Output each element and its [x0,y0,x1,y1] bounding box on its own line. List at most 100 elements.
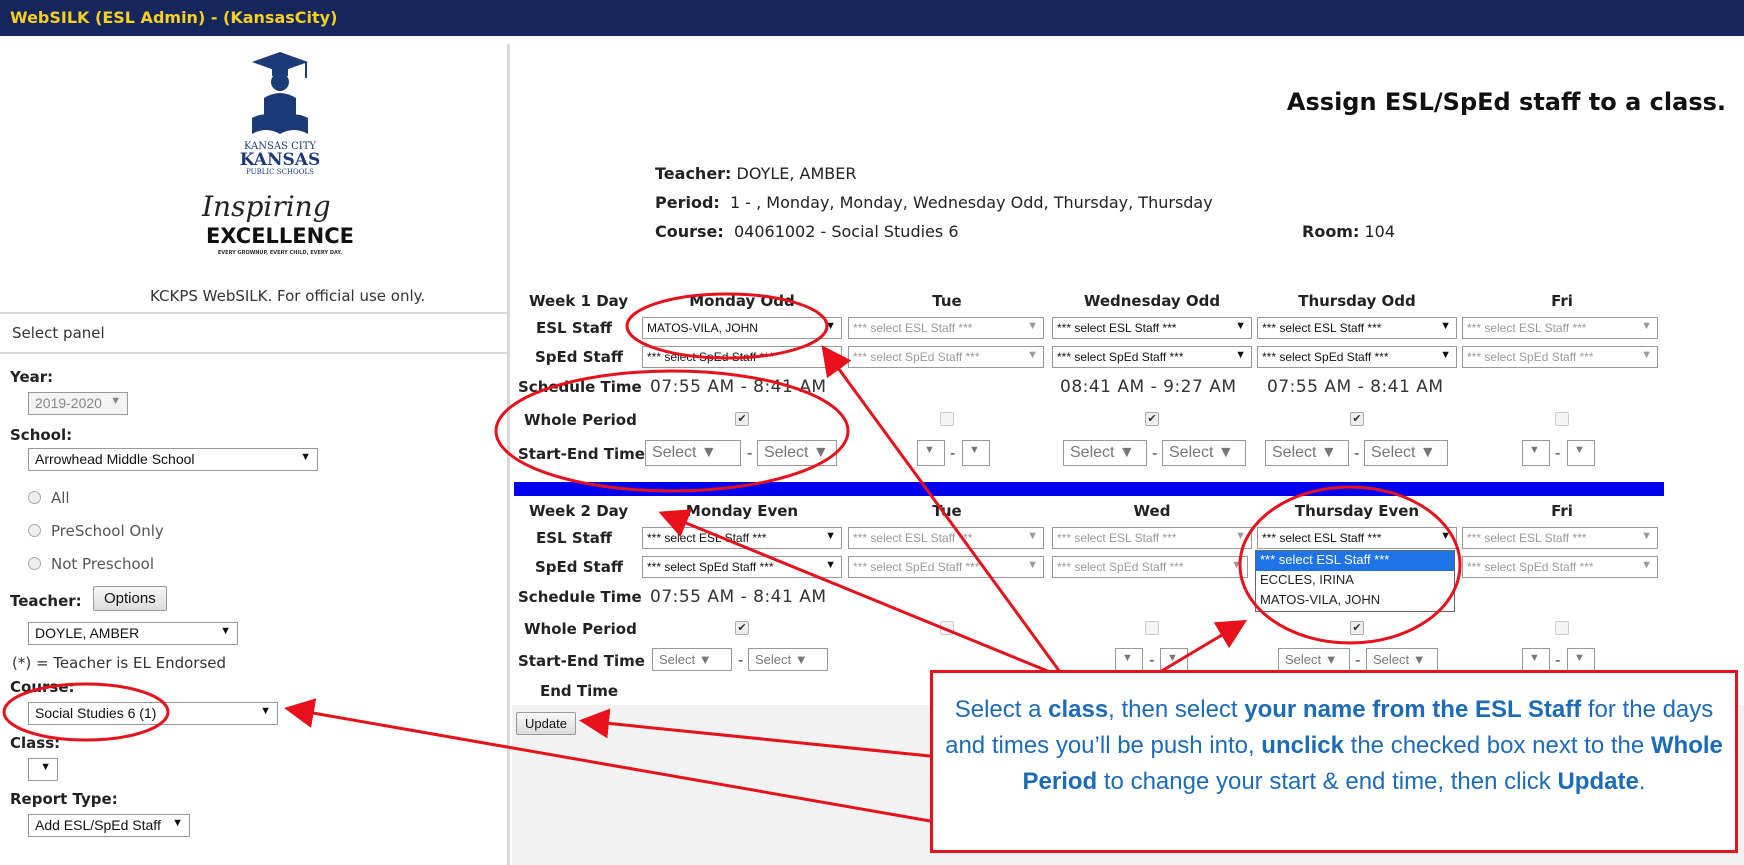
update-button[interactable]: Update [516,712,576,735]
w2-start-select-monday[interactable]: Select ▼ [652,648,732,671]
w1-time-monday: 07:55 AM - 8:41 AM [650,377,827,397]
week2-day-3: Wed [1133,502,1171,520]
w1-sped-select-tue[interactable]: *** select SpEd Staff *** ▼ [848,346,1044,368]
w1-start-select-thu[interactable]: Select ▼ [1265,440,1349,466]
w1-end-select-monday[interactable]: Select ▼ [757,440,837,466]
w1-whole-period-checkbox-fri[interactable] [1555,412,1569,426]
w2-esl-select-tue[interactable]: *** select ESL Staff *** ▼ [848,527,1044,549]
dash: - [950,444,956,462]
dash: - [747,444,753,462]
page-title: Assign ESL/SpEd staff to a class. [1286,88,1726,116]
instruction-callout: Select a class, then select your name fr… [930,670,1738,853]
w1-sped-select-monday[interactable]: *** select SpEd Staff *** ▼ [642,346,842,368]
w2-start-select-wed[interactable]: ▼ [1115,648,1143,671]
w2-start-select-fri[interactable]: ▼ [1522,648,1550,671]
school-select[interactable]: Arrowhead Middle School ▼ [28,448,318,471]
divider [0,352,507,354]
tagline: KCKPS WebSILK. For official use only. [150,287,426,305]
w2-esl-select-wed[interactable]: *** select ESL Staff *** ▼ [1052,527,1252,549]
room-info: Room: 104 [1302,222,1396,241]
w2-end-select-fri[interactable]: ▼ [1567,648,1595,671]
w1-end-select-thu[interactable]: Select ▼ [1364,440,1448,466]
class-select[interactable]: ▼ [28,758,58,781]
dropdown-option[interactable]: *** select ESL Staff *** [1256,551,1454,571]
w1-esl-select-tue[interactable]: *** select ESL Staff *** ▼ [848,317,1044,339]
w2-esl-select-thu[interactable]: *** select ESL Staff *** ▼ [1257,527,1457,549]
w1-start-select-wed[interactable]: Select ▼ [1063,440,1147,466]
w2-whole-period-checkbox-wed[interactable] [1145,621,1159,635]
dropdown-option[interactable]: ECCLES, IRINA [1256,571,1454,591]
dropdown-option[interactable]: MATOS-VILA, JOHN [1256,591,1454,611]
w2-end-select-wed[interactable]: ▼ [1160,648,1188,671]
year-select[interactable]: 2019-2020 ▼ [28,392,128,415]
w2-start-select-thu[interactable]: Select ▼ [1278,648,1350,671]
w1-esl-select-thu[interactable]: *** select ESL Staff *** ▼ [1257,317,1457,339]
w1-esl-select-wed[interactable]: *** select ESL Staff *** ▼ [1052,317,1252,339]
week2-day-2: Tue [932,502,962,520]
w1-sped-select-fri[interactable]: *** select SpEd Staff *** ▼ [1462,346,1658,368]
w2-time-monday: 07:55 AM - 8:41 AM [650,587,827,607]
radio-all[interactable]: All [28,489,70,507]
dash: - [1152,444,1158,462]
whole-period-label: Whole Period [524,620,637,638]
w2-esl-select-fri[interactable]: *** select ESL Staff *** ▼ [1462,527,1658,549]
sped-staff-label: SpEd Staff [535,348,623,366]
week2-day-4: Thursday Even [1294,502,1420,520]
teacher-select[interactable]: DOYLE, AMBER ▼ [28,622,238,645]
w2-whole-period-checkbox-fri[interactable] [1555,621,1569,635]
teacher-label: Teacher: [10,592,82,610]
dash: - [1149,651,1155,669]
teacher-info: Teacher: DOYLE, AMBER [655,164,857,183]
report-type-select[interactable]: Add ESL/SpEd Staff ▼ [28,814,190,837]
w1-esl-select-fri[interactable]: *** select ESL Staff *** ▼ [1462,317,1658,339]
w1-sped-select-wed[interactable]: *** select SpEd Staff *** ▼ [1052,346,1252,368]
w1-whole-period-checkbox-wed[interactable]: ✔ [1145,412,1159,426]
radio-icon [28,557,41,570]
w2-end-select-monday[interactable]: Select ▼ [748,648,828,671]
w2-sped-select-monday[interactable]: *** select SpEd Staff *** ▼ [642,556,842,578]
dash: - [1555,444,1561,462]
year-label: Year: [10,368,54,386]
w1-whole-period-checkbox-monday[interactable]: ✔ [735,412,749,426]
radio-icon [28,491,41,504]
end-time-label: End Time [540,682,619,700]
esl-staff-dropdown-list[interactable]: *** select ESL Staff *** ECCLES, IRINA M… [1255,550,1455,612]
graduate-reader-icon [252,52,308,134]
w2-sped-select-wed[interactable]: *** select SpEd Staff *** ▼ [1052,556,1248,578]
w2-end-select-thu[interactable]: Select ▼ [1366,648,1438,671]
whole-period-label: Whole Period [524,411,637,429]
options-button[interactable]: Options [93,586,167,611]
dash: - [1354,444,1360,462]
dash: - [738,651,744,669]
logo-line2: KANSAS [239,150,321,170]
radio-not-preschool[interactable]: Not Preschool [28,555,154,573]
w1-whole-period-checkbox-tue[interactable] [940,412,954,426]
w2-whole-period-checkbox-thu[interactable]: ✔ [1350,621,1364,635]
period-info: Period: 1 - , Monday, Monday, Wednesday … [655,193,1213,212]
w1-sped-select-thu[interactable]: *** select SpEd Staff *** ▼ [1257,346,1457,368]
w1-end-select-wed[interactable]: Select ▼ [1162,440,1246,466]
w1-time-wed: 08:41 AM - 9:27 AM [1060,377,1237,397]
w1-start-select-tue[interactable]: ▼ [917,440,945,466]
logo-motto: EVERY GROWNUP, EVERY CHILD, EVERY DAY. [217,250,343,256]
w1-esl-select-monday[interactable]: MATOS-VILA, JOHN ▼ [642,317,842,339]
schedule-time-label: Schedule Time [518,378,642,396]
w1-end-select-fri[interactable]: ▼ [1567,440,1595,466]
w1-whole-period-checkbox-thu[interactable]: ✔ [1350,412,1364,426]
class-label: Class: [10,734,61,752]
week1-day-1: Monday Odd [689,292,795,310]
logo-script: Inspiring [202,190,331,223]
w1-end-select-tue[interactable]: ▼ [962,440,990,466]
radio-preschool-only[interactable]: PreSchool Only [28,522,164,540]
w1-start-select-monday[interactable]: Select ▼ [645,440,741,466]
course-select[interactable]: Social Studies 6 (1) ▼ [28,702,278,725]
week2-day-1: Monday Even [685,502,799,520]
window-title: WebSILK (ESL Admin) - (KansasCity) [10,8,338,27]
window-titlebar: WebSILK (ESL Admin) - (KansasCity) [0,0,1744,36]
w1-start-select-fri[interactable]: ▼ [1522,440,1550,466]
w2-sped-select-tue[interactable]: *** select SpEd Staff *** ▼ [848,556,1044,578]
w2-whole-period-checkbox-monday[interactable]: ✔ [735,621,749,635]
w2-sped-select-fri[interactable]: *** select SpEd Staff *** ▼ [1462,556,1658,578]
w2-esl-select-monday[interactable]: *** select ESL Staff *** ▼ [642,527,842,549]
w2-whole-period-checkbox-tue[interactable] [940,621,954,635]
